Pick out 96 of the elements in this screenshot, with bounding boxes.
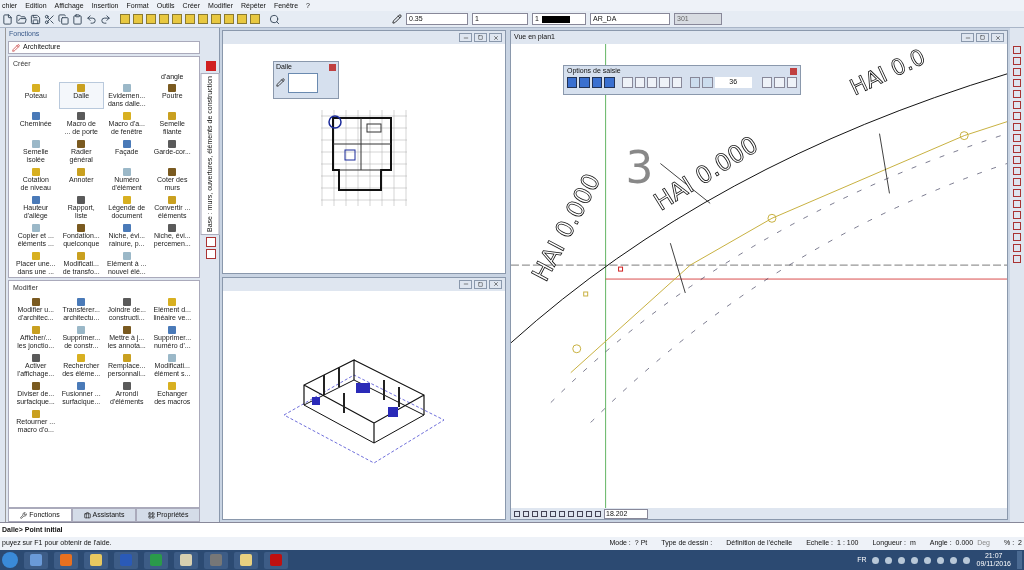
tab-icon [205,249,216,260]
search-icon[interactable] [269,13,280,25]
slab-tool-button[interactable] [288,72,318,93]
close-button[interactable] [991,33,1004,42]
element-icon [168,353,177,362]
minimize-icon [964,34,971,41]
element-icon [77,140,86,148]
color-swatch [541,15,570,23]
element-icon [77,196,86,204]
copy-icon[interactable] [58,13,69,25]
element-icon [168,297,177,306]
element-icon [31,168,40,176]
snap-option-button[interactable] [579,76,590,88]
minimize-icon [462,34,469,41]
element-icon [31,325,40,334]
maximize-icon [980,35,985,40]
point-marker [583,291,589,297]
element-icon [168,325,177,334]
close-button[interactable] [329,63,336,71]
pencil-icon [12,43,20,52]
element-icon [168,84,177,92]
scissors-icon[interactable] [44,13,55,25]
element-icon [168,196,177,204]
element-icon [31,297,40,306]
taskbar-app-icon[interactable] [54,551,78,569]
element-icon [77,297,86,306]
point-marker [618,266,624,272]
element-icon [77,353,86,362]
element-icon [31,381,40,390]
minimize-icon [462,281,469,287]
level-annotation: HAI 0.0 [846,44,929,101]
element-icon [122,297,131,306]
pen-icon[interactable] [276,78,285,87]
snap-option-button[interactable] [604,76,615,88]
start-button[interactable] [2,552,18,568]
element-icon [31,252,40,260]
maximize-icon [478,35,483,40]
wrench-icon [20,511,28,519]
element-icon [122,381,131,390]
tab-marker-icon [205,61,216,71]
element-icon [77,84,86,92]
element-icon [77,224,86,232]
open-folder-icon[interactable] [16,13,27,25]
element-icon [31,353,40,362]
grid-icon [147,511,155,519]
element-icon [122,140,131,148]
close-button[interactable] [489,279,502,289]
element-icon [122,196,131,204]
taskbar-app-icon[interactable] [144,551,168,569]
element-icon [31,196,40,204]
taskbar-app-icon[interactable] [24,551,48,569]
redo-icon[interactable] [100,13,111,25]
maximize-icon [478,281,483,287]
element-icon [31,224,40,232]
close-button[interactable] [489,33,502,42]
tab-icon [205,237,216,248]
element-icon [122,84,131,92]
snap-option-button[interactable] [567,76,578,88]
element-icon [122,112,131,120]
element-icon [77,168,86,176]
new-file-icon[interactable] [2,13,13,25]
element-icon [168,112,177,120]
element-icon [122,325,131,334]
save-icon[interactable] [30,13,41,25]
node-marker [959,131,969,141]
element-icon [168,140,177,148]
element-icon [168,168,177,176]
close-icon [994,34,1001,41]
element-icon [122,252,131,260]
element-icon [77,325,86,334]
taskbar-app-icon[interactable] [234,551,258,569]
element-icon [31,140,40,148]
undo-icon[interactable] [86,13,97,25]
pen-icon [392,14,402,24]
taskbar-app-icon[interactable] [174,551,198,569]
element-icon [168,224,177,232]
element-icon [31,84,40,92]
paste-icon[interactable] [72,13,83,25]
snap-option-button[interactable] [591,76,603,88]
close-icon [492,281,499,287]
node-marker [767,213,777,223]
briefcase-icon [83,511,91,519]
element-icon [31,409,40,418]
element-icon [77,381,86,390]
element-icon [77,112,86,120]
element-icon [122,224,131,232]
node-marker [572,344,582,354]
element-icon [31,112,40,120]
taskbar-app-icon[interactable] [84,551,108,569]
element-icon [77,252,86,260]
element-icon [122,353,131,362]
close-button[interactable] [790,67,797,75]
element-icon [122,168,131,176]
drawing-number: 3 [625,142,654,194]
element-icon [168,381,177,390]
close-icon [492,34,499,41]
